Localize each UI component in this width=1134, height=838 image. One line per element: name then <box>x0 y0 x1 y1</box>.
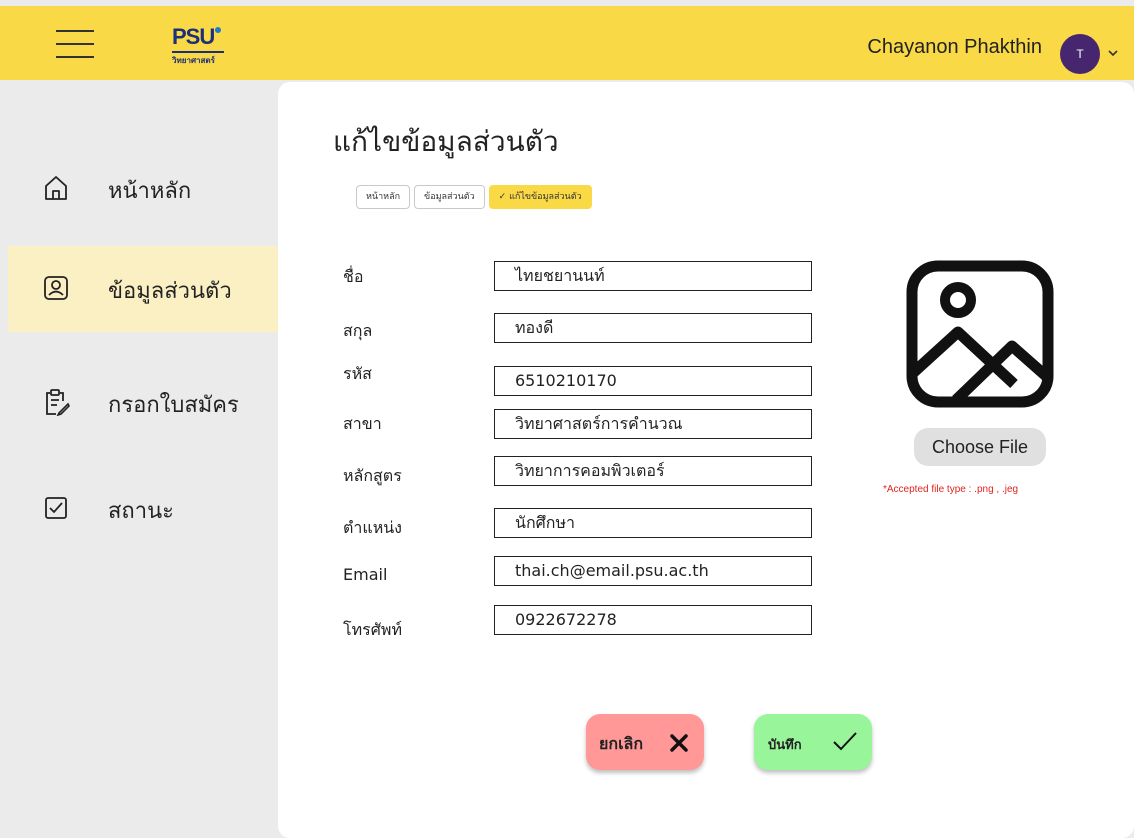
check-icon: ✓ <box>498 192 507 202</box>
sidebar-item-label: สถานะ <box>108 499 174 524</box>
position-label: ตำแหน่ง <box>343 518 402 537</box>
sidebar-item-label: หน้าหลัก <box>108 179 192 204</box>
sidebar-item-status[interactable]: สถานะ <box>8 466 278 552</box>
breadcrumb-label: แก้ไขข้อมูลส่วนตัว <box>509 192 582 202</box>
last-name-field[interactable]: ทองดี <box>494 313 812 343</box>
check-icon <box>833 732 857 751</box>
cancel-button[interactable]: ยกเลิก <box>586 714 704 770</box>
department-label: สาขา <box>343 414 382 433</box>
sidebar: หน้าหลัก ข้อมูลส่วนตัว กรอกใบสมัคร สถานะ <box>0 80 278 838</box>
program-label: หลักสูตร <box>343 466 402 485</box>
breadcrumb-profile[interactable]: ข้อมูลส่วนตัว <box>414 185 485 209</box>
sidebar-item-label: ข้อมูลส่วนตัว <box>108 279 232 304</box>
home-icon <box>45 176 67 200</box>
sidebar-item-profile[interactable]: ข้อมูลส่วนตัว <box>8 246 278 332</box>
choose-file-button[interactable]: Choose File <box>914 428 1046 466</box>
image-placeholder-icon <box>906 260 1054 408</box>
avatar[interactable]: T <box>1060 34 1100 74</box>
last-name-label: สกุล <box>343 321 373 340</box>
psu-logo[interactable]: PSU วิทยาศาสตร์ <box>170 24 240 66</box>
student-id-label: รหัส <box>343 364 372 383</box>
logo-mark: PSU <box>172 24 215 49</box>
phone-label: โทรศัพท์ <box>343 620 402 639</box>
logo-dot <box>215 27 221 33</box>
first-name-label: ชื่อ <box>343 267 364 286</box>
first-name-field[interactable]: ไทยชยานนท์ <box>494 261 812 291</box>
close-icon <box>670 734 688 752</box>
logo-subtitle: วิทยาศาสตร์ <box>172 56 215 65</box>
department-field[interactable]: วิทยาศาสตร์การคำนวณ <box>494 409 812 439</box>
sidebar-item-apply[interactable]: กรอกใบสมัคร <box>8 360 278 446</box>
page-title: แก้ไขข้อมูลส่วนตัว <box>333 125 559 158</box>
sidebar-item-home[interactable]: หน้าหลัก <box>8 146 278 232</box>
accepted-file-types-note: *Accepted file type : .png , .jeg <box>883 484 1019 495</box>
clipboard-edit-icon <box>46 389 70 416</box>
chevron-down-icon[interactable] <box>1108 46 1118 60</box>
save-button[interactable]: บันทึก <box>754 714 872 770</box>
hamburger-menu-icon[interactable] <box>56 28 94 60</box>
top-bar: PSU วิทยาศาสตร์ Chayanon Phakthin T <box>0 6 1134 80</box>
breadcrumb: หน้าหลัก ข้อมูลส่วนตัว ✓ แก้ไขข้อมูลส่วน… <box>356 185 592 209</box>
breadcrumb-edit-profile[interactable]: ✓ แก้ไขข้อมูลส่วนตัว <box>488 185 592 209</box>
phone-field[interactable]: 0922672278 <box>494 605 812 635</box>
sidebar-item-label: กรอกใบสมัคร <box>108 393 239 418</box>
email-field[interactable]: thai.ch@email.psu.ac.th <box>494 556 812 586</box>
profile-icon <box>44 276 68 300</box>
logo-underline <box>172 51 224 53</box>
breadcrumb-home[interactable]: หน้าหลัก <box>356 185 411 209</box>
checkbox-icon <box>45 497 67 519</box>
cancel-label: ยกเลิก <box>599 734 644 753</box>
email-label: Email <box>343 565 388 584</box>
program-field[interactable]: วิทยาการคอมพิวเตอร์ <box>494 456 812 486</box>
user-name[interactable]: Chayanon Phakthin <box>867 36 1042 59</box>
student-id-field[interactable]: 6510210170 <box>494 366 812 396</box>
position-field[interactable]: นักศึกษา <box>494 508 812 538</box>
main-panel: แก้ไขข้อมูลส่วนตัว หน้าหลัก ข้อมูลส่วนตั… <box>278 82 1134 838</box>
save-label: บันทึก <box>768 738 802 753</box>
